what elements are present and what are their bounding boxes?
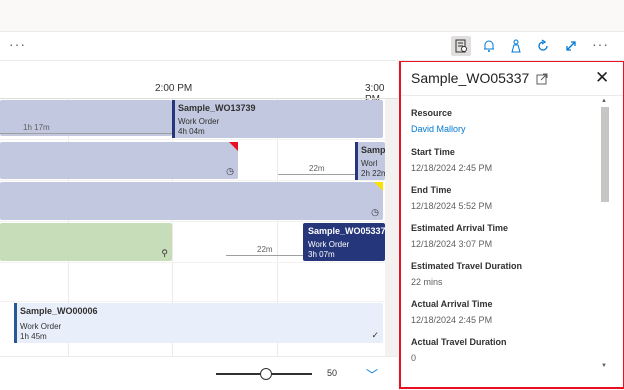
resource-link[interactable]: David Mallory xyxy=(411,124,466,134)
booking-block[interactable]: Sample_WO13739 Work Order 4h 04m xyxy=(172,100,383,138)
status-flag-yellow xyxy=(374,182,383,191)
open-record-icon[interactable] xyxy=(536,72,548,85)
details-panel: Sample_WO05337 ✕ Resource David Mallory … xyxy=(399,61,624,389)
field-label: Estimated Travel Duration xyxy=(411,261,523,271)
more-actions-button[interactable]: ··· xyxy=(592,36,609,52)
booking-type: Worl xyxy=(361,159,378,168)
field-label: Resource xyxy=(411,108,453,118)
clock-icon: ◷ xyxy=(226,166,234,176)
travel-time-label: 22m xyxy=(257,245,273,254)
scrollbar-thumb[interactable] xyxy=(601,107,609,202)
refresh-icon[interactable] xyxy=(533,36,553,56)
field-value: 12/18/2024 2:45 PM xyxy=(411,315,493,325)
field-value: 22 mins xyxy=(411,277,443,287)
toolbar: ··· ··· xyxy=(0,32,624,61)
booking-title: Sample_WO13739 xyxy=(178,103,256,113)
flask-icon[interactable] xyxy=(506,36,526,56)
panel-title: Sample_WO05337 xyxy=(411,70,530,86)
selected-booking-block[interactable]: Sample_WO05337 Work Order 3h 07m xyxy=(303,223,386,261)
booking-type: Work Order xyxy=(308,240,350,249)
top-bar xyxy=(0,0,624,32)
panel-scrollbar[interactable]: ▲ ▼ xyxy=(601,98,609,377)
scroll-down-icon[interactable]: ▼ xyxy=(601,363,607,369)
booking-block[interactable]: Samp Worl 2h 22m xyxy=(355,142,388,180)
booking-title: Samp xyxy=(361,145,386,155)
booking-block[interactable]: ⚲ xyxy=(0,223,172,261)
booking-title: Sample_WO00006 xyxy=(20,306,98,316)
person-icon: ⚲ xyxy=(161,248,168,258)
scroll-up-icon[interactable]: ▲ xyxy=(601,98,607,104)
check-circle-icon: ✓ xyxy=(371,330,379,340)
close-icon[interactable]: ✕ xyxy=(595,69,609,86)
details-icon[interactable] xyxy=(451,36,471,56)
field-label: End Time xyxy=(411,185,452,195)
status-flag-red xyxy=(229,142,238,151)
clock-icon: ◷ xyxy=(371,207,379,217)
booking-block[interactable]: Sample_WO00006 Work Order 1h 45m ✓ xyxy=(14,303,383,343)
field-value: 12/18/2024 5:52 PM xyxy=(411,201,493,211)
more-options-button[interactable]: ··· xyxy=(9,36,26,52)
travel-time-label: 22m xyxy=(309,164,325,173)
field-value: 12/18/2024 3:07 PM xyxy=(411,239,493,249)
booking-title: Sample_WO05337 xyxy=(308,226,386,236)
booking-type: Work Order xyxy=(20,322,62,331)
booking-duration: 2h 22m xyxy=(361,169,388,178)
field-value: 12/18/2024 2:45 PM xyxy=(411,163,493,173)
field-label: Actual Travel Duration xyxy=(411,337,507,347)
booking-duration: 4h 04m xyxy=(178,127,205,136)
schedule-board: 2:00 PM 3:00 PM 1h 17m Sample_WO13739 Wo… xyxy=(0,61,398,389)
expand-icon[interactable] xyxy=(561,36,581,56)
board-scrollbar[interactable] xyxy=(385,99,398,389)
travel-time-label: 1h 17m xyxy=(23,123,50,132)
field-label: Start Time xyxy=(411,147,455,157)
booking-duration: 1h 45m xyxy=(20,332,47,341)
field-label: Estimated Arrival Time xyxy=(411,223,509,233)
booking-block[interactable]: ◷ xyxy=(0,182,383,220)
booking-type: Work Order xyxy=(178,117,220,126)
booking-block[interactable]: ◷ xyxy=(0,142,238,179)
bell-icon[interactable] xyxy=(479,36,499,56)
chevron-down-icon[interactable]: ﹀ xyxy=(366,366,378,383)
field-value: 0 xyxy=(411,353,417,363)
booking-duration: 3h 07m xyxy=(308,250,335,259)
time-label: 2:00 PM xyxy=(155,83,193,94)
zoom-value: 50 xyxy=(327,368,338,378)
field-label: Actual Arrival Time xyxy=(411,299,493,309)
board-footer: 50 ﹀ xyxy=(0,356,398,390)
zoom-slider-thumb[interactable] xyxy=(259,368,272,380)
